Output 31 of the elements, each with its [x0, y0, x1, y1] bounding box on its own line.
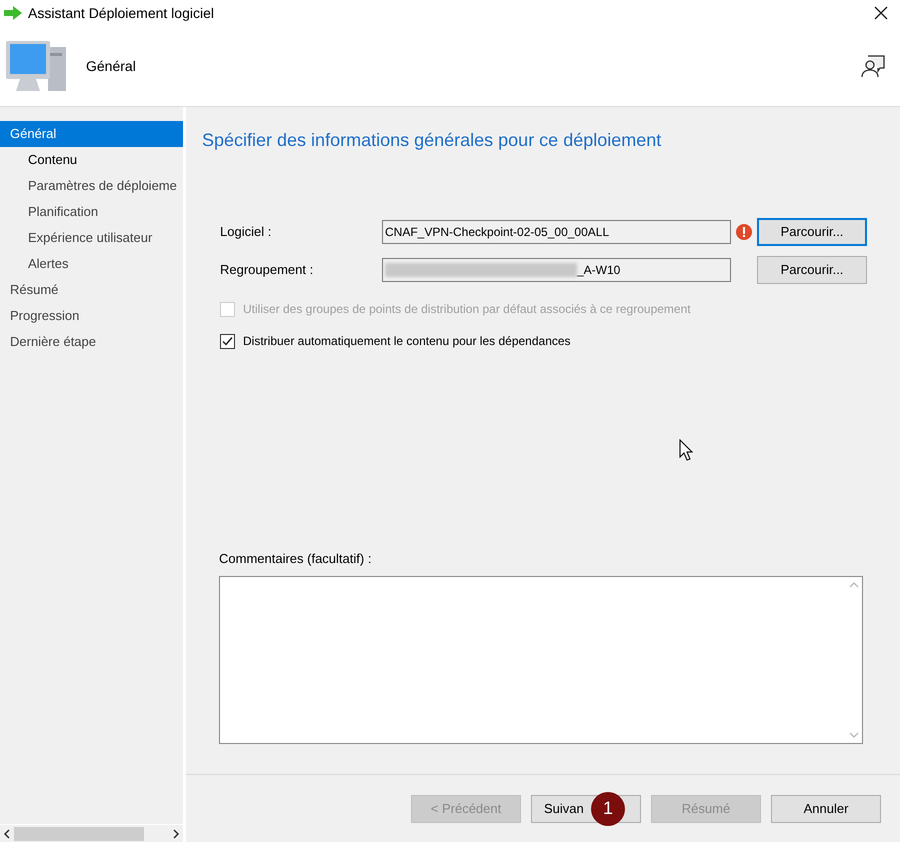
window-title: Assistant Déploiement logiciel [28, 4, 214, 23]
nav-item[interactable]: Dernière étape [0, 329, 183, 355]
nav-item[interactable]: Progression [0, 303, 183, 329]
horizontal-scrollbar[interactable] [0, 824, 183, 842]
mouse-pointer-icon [679, 439, 693, 461]
button[interactable]: Annuler [771, 794, 881, 822]
nav-item[interactable]: Résumé [0, 277, 183, 303]
user-feedback-icon[interactable] [860, 53, 886, 79]
nav-item[interactable]: Planification [0, 199, 183, 225]
comments-field[interactable] [219, 576, 863, 744]
field-label: Logiciel : [220, 223, 272, 242]
input-field[interactable]: CNAF_VPN-Checkpoint-02-05_00_00ALL [382, 220, 731, 244]
checkbox[interactable] [220, 334, 235, 348]
button[interactable]: Parcourir... [757, 218, 867, 246]
nav-item[interactable]: Contenu [0, 147, 183, 173]
button[interactable]: Parcourir... [757, 256, 867, 284]
checkbox-label: Distribuer automatiquement le contenu pour les dépendances [243, 333, 571, 350]
step-marker-tooltip: 1 [591, 792, 625, 826]
field-label: Commentaires (facultatif) : [218, 550, 372, 568]
nav-item[interactable]: Alertes [0, 251, 183, 277]
nav-item[interactable]: Général [0, 121, 183, 147]
page-title: Général [86, 56, 136, 76]
field-label: Regroupement : [220, 261, 314, 280]
nav-item[interactable]: Expérience utilisateur [0, 225, 183, 251]
close-icon[interactable] [874, 6, 888, 20]
section-heading: Spécifier des informations générales pour ce déploiement [202, 129, 662, 152]
input-field[interactable]: _A-W10 [382, 258, 731, 282]
checkbox-label: Utiliser des groupes de points de distribution par défaut associés à ce regroupement [243, 301, 691, 318]
arrow-icon [4, 6, 22, 20]
scrollbar-thumb[interactable] [14, 826, 144, 840]
nav-item[interactable]: Paramètres de déploieme [0, 173, 183, 199]
